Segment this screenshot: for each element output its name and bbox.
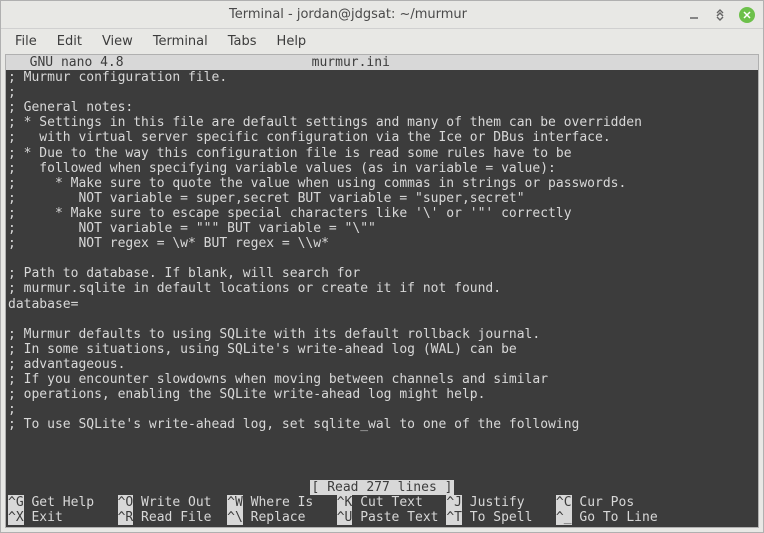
window-title: Terminal - jordan@jdgsat: ~/murmur	[9, 7, 687, 22]
nano-status-text: [ Read 277 lines ]	[310, 480, 455, 495]
window-controls	[687, 7, 755, 23]
maximize-button[interactable]	[713, 8, 727, 22]
nano-header: GNU nano 4.8 murmur.ini	[6, 55, 758, 70]
menubar: File Edit View Terminal Tabs Help	[1, 29, 763, 54]
terminal-pane[interactable]: GNU nano 4.8 murmur.ini ; Murmur configu…	[5, 54, 759, 528]
menu-file[interactable]: File	[7, 31, 45, 52]
menu-edit[interactable]: Edit	[49, 31, 90, 52]
menu-help[interactable]: Help	[269, 31, 315, 52]
menu-terminal[interactable]: Terminal	[145, 31, 216, 52]
app-window: Terminal - jordan@jdgsat: ~/murmur File …	[0, 0, 764, 533]
nano-shortcut-bar: ^G Get Help ^O Write Out ^W Where Is ^K …	[6, 495, 758, 527]
titlebar: Terminal - jordan@jdgsat: ~/murmur	[1, 1, 763, 29]
nano-version: GNU nano 4.8	[6, 55, 124, 70]
minimize-button[interactable]	[687, 8, 701, 22]
menu-view[interactable]: View	[94, 31, 141, 52]
nano-status-line: [ Read 277 lines ]	[6, 480, 758, 495]
close-button[interactable]	[739, 7, 755, 23]
nano-editor-body[interactable]: ; Murmur configuration file. ; ; General…	[6, 70, 758, 480]
menu-tabs[interactable]: Tabs	[220, 31, 265, 52]
nano-filename: murmur.ini	[124, 55, 758, 70]
